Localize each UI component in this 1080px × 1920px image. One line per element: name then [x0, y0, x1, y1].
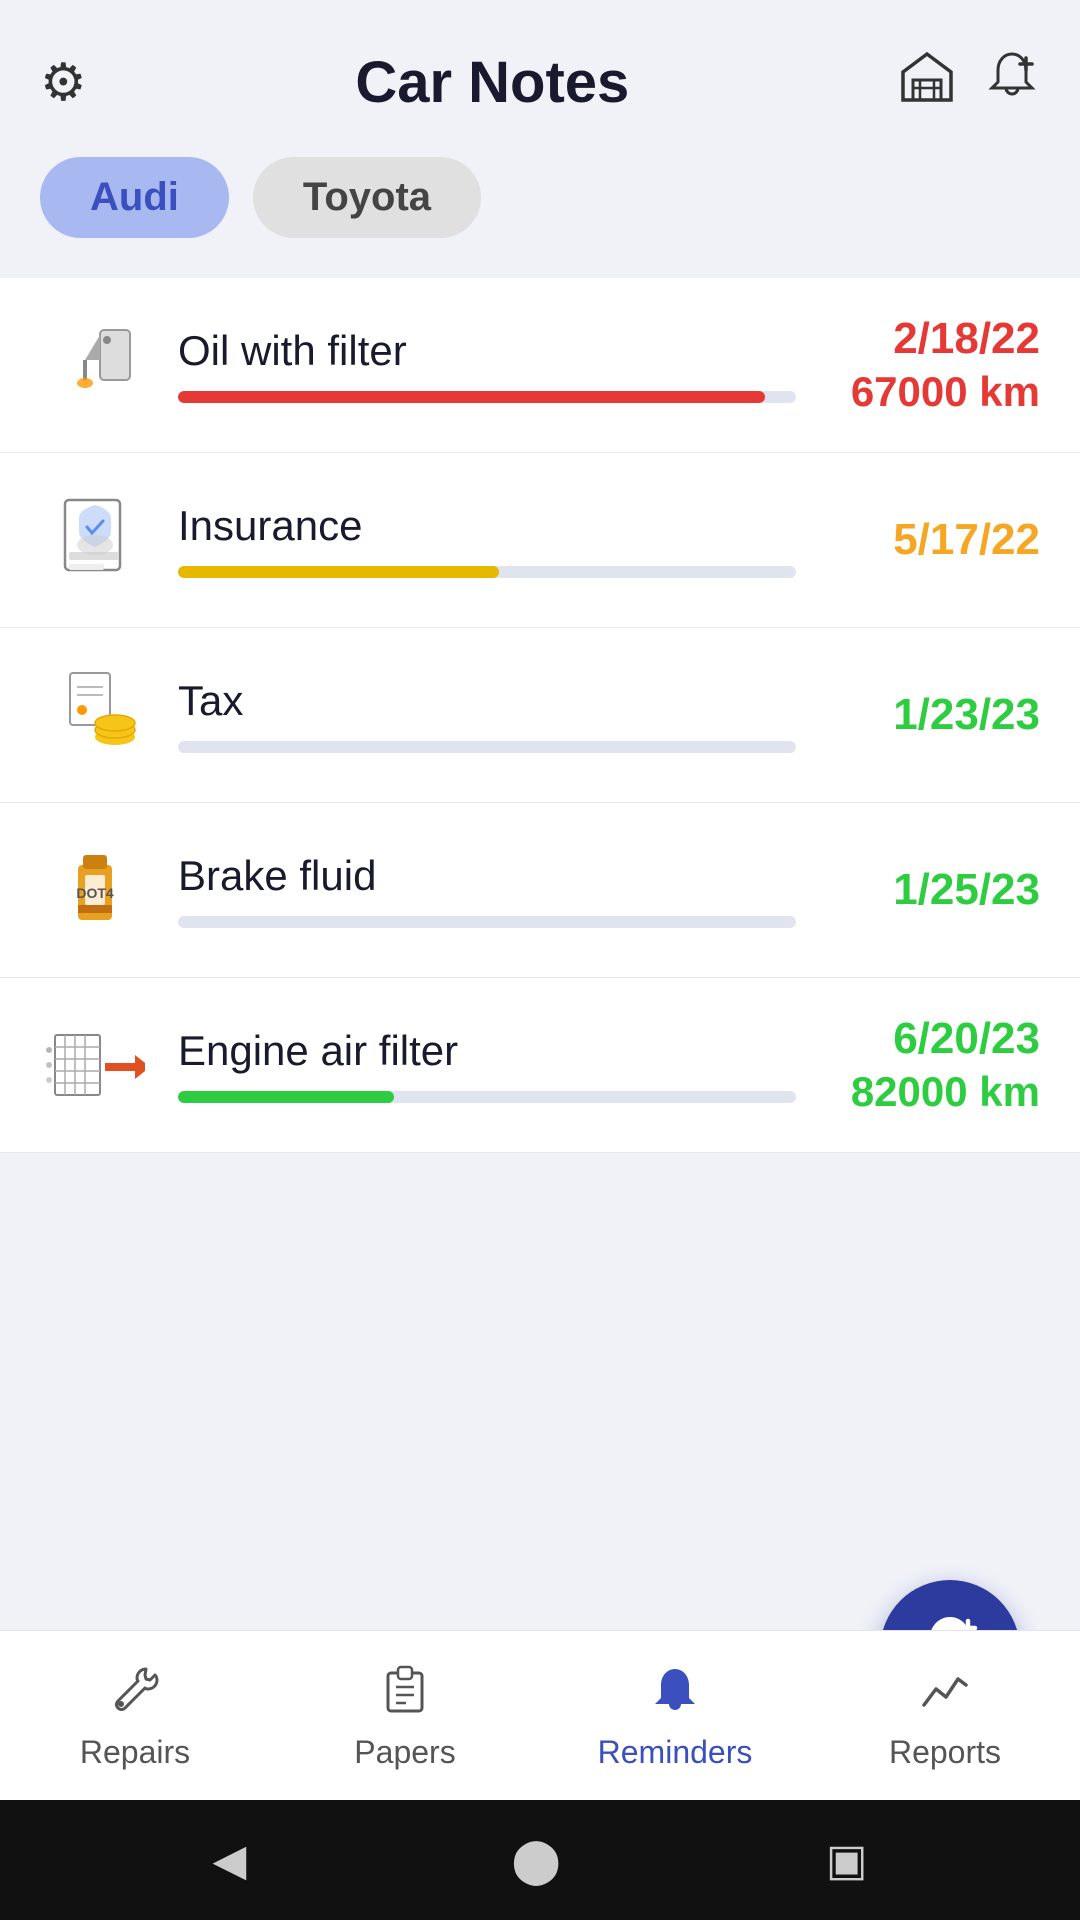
nav-item-papers[interactable]: Papers — [270, 1645, 540, 1787]
tax-date: 1/23/23 — [820, 690, 1040, 740]
garage-icon[interactable] — [898, 50, 956, 115]
nav-papers-label: Papers — [354, 1734, 455, 1771]
list-item[interactable]: DOT4 Brake fluid 1/25/23 — [0, 803, 1080, 978]
bottom-navigation: Repairs Papers Reminders — [0, 1630, 1080, 1800]
settings-icon[interactable]: ⚙ — [40, 53, 87, 113]
android-home-button[interactable]: ⬤ — [512, 1835, 561, 1886]
oil-date: 2/18/22 67000 km — [820, 314, 1040, 416]
brake-progress-bg — [178, 916, 796, 928]
oil-content: Oil with filter — [178, 327, 796, 403]
tax-content: Tax — [178, 677, 796, 753]
wrench-icon — [108, 1661, 162, 1724]
nav-item-reminders[interactable]: Reminders — [540, 1645, 810, 1787]
app-title: Car Notes — [87, 49, 898, 116]
insurance-name: Insurance — [178, 502, 796, 550]
car-tabs: Audi Toyota — [0, 141, 1080, 270]
insurance-progress-fill — [178, 566, 499, 578]
engine-air-icon — [40, 1010, 150, 1120]
clipboard-icon — [378, 1661, 432, 1724]
svg-text:DOT4: DOT4 — [76, 885, 114, 901]
nav-reminders-label: Reminders — [598, 1734, 753, 1771]
engine-air-content: Engine air filter — [178, 1027, 796, 1103]
tab-toyota[interactable]: Toyota — [253, 157, 481, 238]
reports-icon — [918, 1661, 972, 1724]
engine-air-date: 6/20/23 82000 km — [820, 1014, 1040, 1116]
android-recent-button[interactable]: ▣ — [826, 1835, 868, 1886]
insurance-icon — [40, 485, 150, 595]
oil-progress-bg — [178, 391, 796, 403]
nav-repairs-label: Repairs — [80, 1734, 190, 1771]
add-notification-icon[interactable] — [984, 48, 1040, 117]
tax-icon — [40, 660, 150, 770]
oil-name: Oil with filter — [178, 327, 796, 375]
header-right-icons — [898, 48, 1040, 117]
oil-icon — [40, 310, 150, 420]
list-item[interactable]: Tax 1/23/23 — [0, 628, 1080, 803]
nav-reports-label: Reports — [889, 1734, 1001, 1771]
bell-icon — [648, 1661, 702, 1724]
oil-km-text: 67000 km — [820, 368, 1040, 416]
tax-date-text: 1/23/23 — [820, 690, 1040, 740]
header: ⚙ Car Notes — [0, 0, 1080, 141]
oil-date-text: 2/18/22 — [820, 314, 1040, 364]
reminders-list: Oil with filter 2/18/22 67000 km — [0, 270, 1080, 1630]
android-navigation: ◀ ⬤ ▣ — [0, 1800, 1080, 1920]
brake-date: 1/25/23 — [820, 865, 1040, 915]
engine-air-name: Engine air filter — [178, 1027, 796, 1075]
brake-date-text: 1/25/23 — [820, 865, 1040, 915]
insurance-date: 5/17/22 — [820, 515, 1040, 565]
list-item[interactable]: Insurance 5/17/22 — [0, 453, 1080, 628]
engine-air-date-text: 6/20/23 — [820, 1014, 1040, 1064]
list-item[interactable]: Engine air filter 6/20/23 82000 km — [0, 978, 1080, 1153]
engine-air-progress-bg — [178, 1091, 796, 1103]
nav-item-repairs[interactable]: Repairs — [0, 1645, 270, 1787]
android-back-button[interactable]: ◀ — [213, 1835, 247, 1886]
brake-content: Brake fluid — [178, 852, 796, 928]
engine-air-progress-fill — [178, 1091, 394, 1103]
insurance-content: Insurance — [178, 502, 796, 578]
insurance-date-text: 5/17/22 — [820, 515, 1040, 565]
oil-progress-fill — [178, 391, 765, 403]
engine-air-km-text: 82000 km — [820, 1068, 1040, 1116]
insurance-progress-bg — [178, 566, 796, 578]
tax-name: Tax — [178, 677, 796, 725]
tax-progress-bg — [178, 741, 796, 753]
nav-item-reports[interactable]: Reports — [810, 1645, 1080, 1787]
brake-name: Brake fluid — [178, 852, 796, 900]
tab-audi[interactable]: Audi — [40, 157, 229, 238]
list-item[interactable]: Oil with filter 2/18/22 67000 km — [0, 278, 1080, 453]
brake-icon: DOT4 — [40, 835, 150, 945]
